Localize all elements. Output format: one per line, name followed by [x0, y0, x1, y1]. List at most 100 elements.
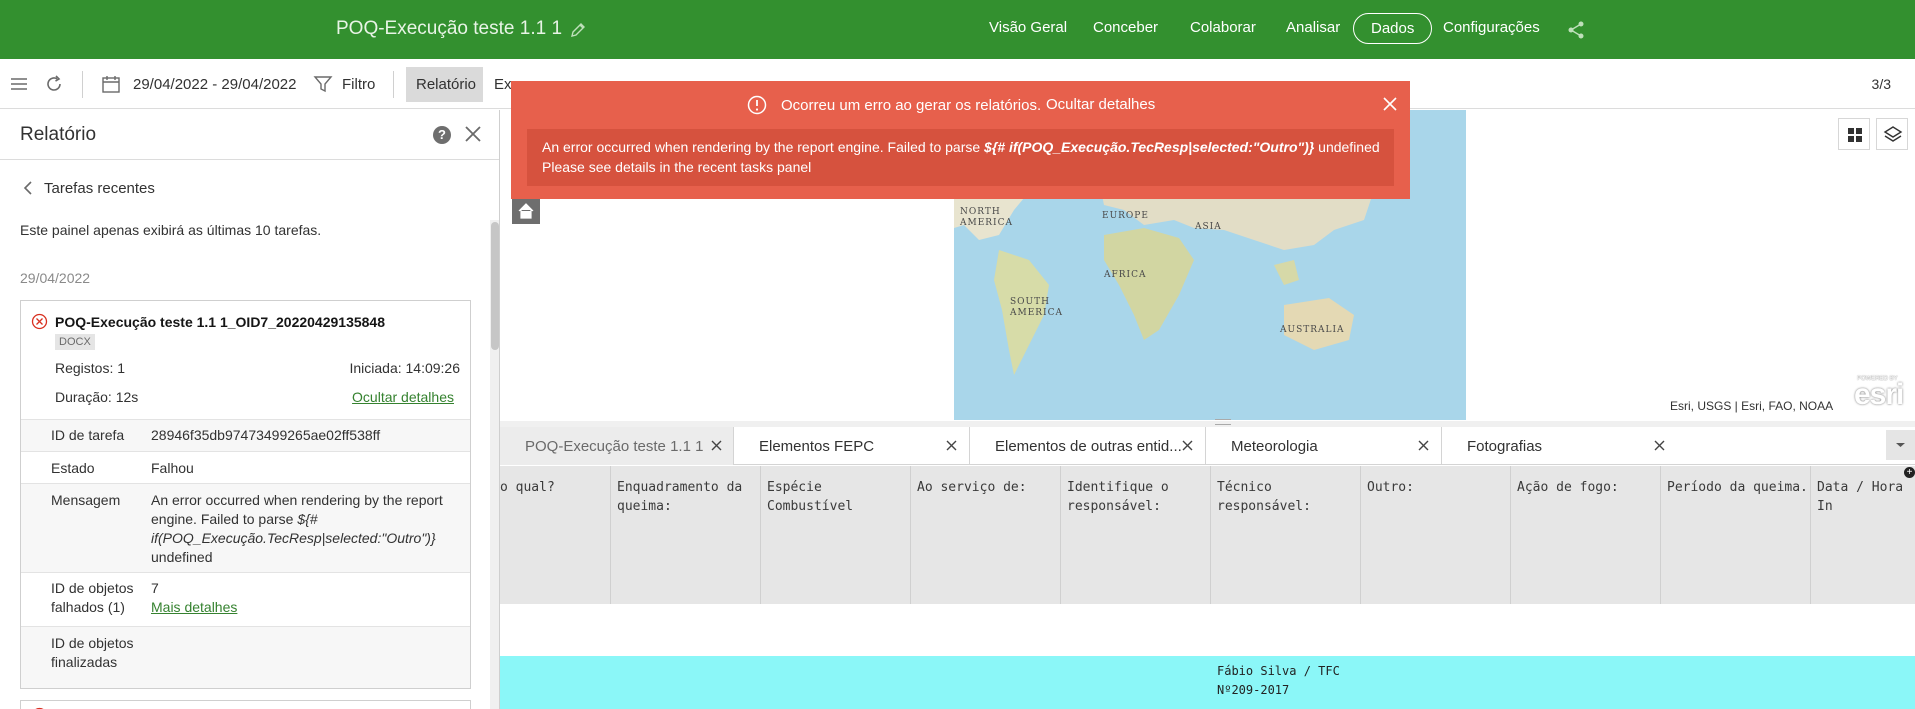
- column-divider[interactable]: [1210, 466, 1211, 604]
- column-header[interactable]: Data / Hora In: [1817, 478, 1915, 516]
- error-message-suffix: undefined: [1314, 139, 1380, 155]
- filter-icon[interactable]: [312, 73, 334, 95]
- close-icon[interactable]: [945, 439, 958, 452]
- task-id-value: 28946f35db97473499265ae02ff538ff: [151, 427, 381, 443]
- column-header[interactable]: Técnico responsável:: [1217, 478, 1311, 516]
- error-message-prefix: An error occurred when rendering by the …: [542, 139, 985, 155]
- nav-dados[interactable]: Dados: [1353, 13, 1433, 44]
- back-link-label: Tarefas recentes: [44, 180, 155, 197]
- hide-details-link[interactable]: Ocultar detalhes: [352, 389, 454, 405]
- error-message-expression: ${# if(POQ_Execução.TecResp|selected:"Ou…: [984, 139, 1315, 155]
- alert-circle-icon: [747, 95, 767, 115]
- map-label-line: AMERICA: [960, 218, 1014, 228]
- tab-elementos-outras-entidades[interactable]: Elementos de outras entid...: [970, 427, 1206, 465]
- column-divider[interactable]: [1360, 466, 1361, 604]
- tab-meteorologia[interactable]: Meteorologia: [1206, 427, 1442, 465]
- column-divider[interactable]: [610, 466, 611, 604]
- column-divider[interactable]: [1660, 466, 1661, 604]
- column-header[interactable]: Ação de fogo:: [1517, 478, 1619, 497]
- tab-poq-execucao[interactable]: POQ-Execução teste 1.1 1: [500, 427, 734, 465]
- column-header[interactable]: o qual?: [500, 478, 555, 497]
- column-divider[interactable]: [1510, 466, 1511, 604]
- report-button[interactable]: Relatório: [416, 76, 476, 93]
- column-divider[interactable]: [910, 466, 911, 604]
- message-suffix: undefined: [151, 549, 213, 565]
- nav-analisar[interactable]: Analisar: [1286, 19, 1340, 36]
- started-time: Iniciada: 14:09:26: [349, 360, 460, 376]
- filter-button[interactable]: Filtro: [342, 76, 375, 93]
- tab-label: Elementos de outras entid...: [995, 438, 1182, 455]
- map-label-line: NORTH: [960, 207, 1001, 217]
- panel-note: Este painel apenas exibirá as últimas 10…: [20, 222, 322, 238]
- column-header[interactable]: Outro:: [1367, 478, 1414, 497]
- column-header-line: Técnico: [1217, 480, 1272, 495]
- column-divider[interactable]: [1060, 466, 1061, 604]
- hide-details-toggle[interactable]: Ocultar detalhes: [1046, 96, 1155, 113]
- detail-key-line: ID de objetos: [51, 580, 134, 596]
- detail-key: ID de objetos falhados (1): [51, 579, 134, 617]
- error-details: An error occurred when rendering by the …: [527, 129, 1394, 186]
- detail-key-line: finalizadas: [51, 654, 118, 670]
- detail-row-message: Mensagem An error occurred when renderin…: [21, 483, 470, 572]
- detail-row-failed: ID de objetos falhados (1) 7 Mais detalhes: [21, 572, 470, 626]
- table-row[interactable]: [500, 604, 1915, 656]
- panel-scrollbar-thumb[interactable]: [491, 222, 499, 350]
- calendar-icon[interactable]: [100, 73, 122, 95]
- error-banner: Ocorreu um erro ao gerar os relatórios. …: [511, 81, 1410, 199]
- back-to-recent-tasks[interactable]: Tarefas recentes: [20, 179, 155, 197]
- nav-visao-geral[interactable]: Visão Geral: [989, 19, 1067, 36]
- close-icon[interactable]: [1653, 439, 1666, 452]
- home-button[interactable]: [512, 198, 540, 224]
- column-header-line: Espécie: [767, 480, 822, 495]
- nav-configuracoes[interactable]: Configurações: [1443, 19, 1540, 36]
- add-column-icon[interactable]: +: [1904, 467, 1915, 478]
- cell-line: Nº209-2017: [1217, 683, 1290, 697]
- column-divider[interactable]: [1810, 466, 1811, 604]
- tabs-menu-button[interactable]: [1886, 430, 1915, 460]
- share-icon[interactable]: [1566, 20, 1586, 40]
- export-button[interactable]: Ex: [494, 76, 512, 93]
- tab-label: Meteorologia: [1231, 438, 1318, 455]
- close-icon[interactable]: [1382, 96, 1398, 112]
- hamburger-menu-icon[interactable]: [8, 73, 30, 95]
- detail-key: Estado: [51, 460, 95, 476]
- more-details-link[interactable]: Mais detalhes: [151, 599, 237, 615]
- column-header-line: Combustível: [767, 499, 854, 514]
- pencil-icon[interactable]: [568, 20, 588, 40]
- column-header[interactable]: Enquadramento da queima:: [617, 478, 742, 516]
- date-range[interactable]: 29/04/2022 - 29/04/2022: [133, 76, 296, 93]
- help-icon[interactable]: ?: [433, 126, 451, 144]
- panel-title: Relatório: [20, 124, 97, 145]
- layers-button[interactable]: [1876, 118, 1908, 150]
- column-header[interactable]: Espécie Combustível: [767, 478, 853, 516]
- column-header-line: queima:: [617, 499, 672, 514]
- close-icon[interactable]: [463, 124, 483, 144]
- basemap-gallery-button[interactable]: [1838, 118, 1870, 150]
- close-icon[interactable]: [1417, 439, 1430, 452]
- nav-colaborar[interactable]: Colaborar: [1190, 19, 1256, 36]
- tab-elementos-fepc[interactable]: Elementos FEPC: [734, 427, 970, 465]
- column-header-line: Enquadramento da: [617, 480, 743, 495]
- map-label-australia: AUSTRALIA: [1280, 325, 1345, 335]
- tab-fotografias[interactable]: Fotografias: [1442, 427, 1678, 465]
- grid-icon: [1848, 128, 1862, 142]
- splitter-grip[interactable]: [1215, 419, 1231, 425]
- table-row-selected[interactable]: Fábio Silva / TFC Nº209-2017: [500, 656, 1915, 709]
- nav-conceber[interactable]: Conceber: [1093, 19, 1158, 36]
- map-label-asia: ASIA: [1195, 222, 1222, 232]
- app-title: POQ-Execução teste 1.1 1: [336, 18, 563, 39]
- column-header[interactable]: Identifique o responsável:: [1067, 478, 1169, 516]
- table-cell-tecnico[interactable]: Fábio Silva / TFC Nº209-2017: [1217, 662, 1340, 700]
- column-header[interactable]: Período da queima.: [1667, 478, 1808, 497]
- close-icon[interactable]: [1181, 439, 1194, 452]
- chevron-down-icon: [1896, 443, 1905, 447]
- task-date: 29/04/2022: [20, 270, 91, 286]
- column-header[interactable]: Ao serviço de:: [917, 478, 1027, 497]
- column-divider[interactable]: [760, 466, 761, 604]
- column-header-line: Ação de fogo:: [1517, 480, 1619, 495]
- close-icon[interactable]: [710, 439, 723, 452]
- refresh-icon[interactable]: [43, 73, 65, 95]
- state-value: Falhou: [151, 460, 194, 476]
- failed-value: 7 Mais detalhes: [151, 579, 451, 617]
- record-count: 3/3: [1871, 76, 1891, 92]
